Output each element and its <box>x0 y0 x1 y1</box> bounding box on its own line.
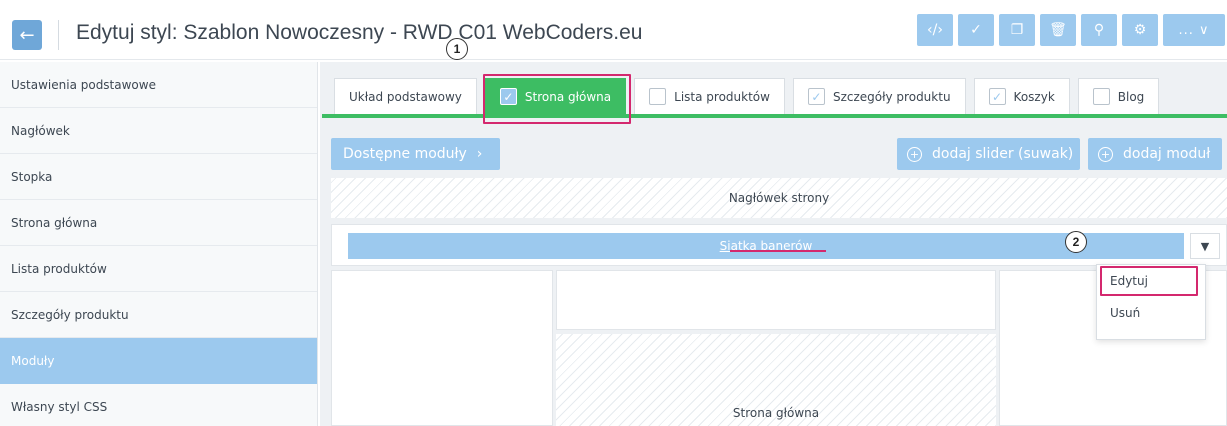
search-button[interactable]: ⚲ <box>1081 14 1117 46</box>
chevron-down-icon: ▼ <box>1200 239 1210 253</box>
sidebar: Ustawienia podstawowe Nagłówek Stopka St… <box>0 62 318 426</box>
sidebar-item-footer[interactable]: Stopka <box>0 154 317 200</box>
block-label: Nagłówek strony <box>728 191 830 205</box>
main-content: Układ podstawowy ✓ Strona główna Lista p… <box>320 62 1227 426</box>
page-header-block[interactable]: Nagłówek strony <box>331 178 1227 218</box>
tab-product-details[interactable]: ✓ Szczegóły produktu <box>792 78 966 114</box>
checkbox-empty-icon[interactable] <box>1092 88 1110 105</box>
back-button[interactable]: ← <box>12 20 42 50</box>
check-circle-icon: ✓ <box>970 22 982 38</box>
annotation-marker-2: 2 <box>1065 231 1087 253</box>
header-divider <box>58 20 59 50</box>
layout-column-center-top <box>556 270 996 330</box>
checkbox-checked-icon[interactable]: ✓ <box>988 88 1006 105</box>
banner-grid-highlight-underline <box>730 250 826 252</box>
add-module-button[interactable]: + dodaj moduł <box>1088 138 1222 170</box>
edit-highlight-annotation <box>1100 266 1198 296</box>
tab-underline <box>322 114 1227 118</box>
page-title: Edytuj styl: Szablon Nowoczesny - RWD C0… <box>76 21 643 44</box>
button-label: dodaj slider (suwak) <box>932 146 1074 162</box>
button-label: dodaj moduł <box>1123 146 1211 162</box>
code-button[interactable]: ‹/› <box>917 14 953 46</box>
tab-blog[interactable]: Blog <box>1077 78 1160 114</box>
more-button[interactable]: ... ∨ <box>1163 14 1225 46</box>
plus-circle-icon: + <box>907 146 922 162</box>
tab-product-list[interactable]: Lista produktów <box>634 78 785 114</box>
dropdown-item-delete[interactable]: Usuń <box>1097 297 1205 329</box>
button-label: Dostępne moduły <box>343 146 467 162</box>
toolbar: ‹/› ✓ ❐ 🗑 ⚲ ⚙ ... ∨ <box>917 14 1225 46</box>
tab-highlight-annotation <box>483 74 631 124</box>
available-modules-button[interactable]: Dostępne moduły › <box>331 138 500 170</box>
checkbox-checked-icon[interactable]: ✓ <box>807 88 825 105</box>
sidebar-item-header[interactable]: Nagłówek <box>0 108 317 154</box>
check-button[interactable]: ✓ <box>958 14 994 46</box>
sidebar-item-product-list[interactable]: Lista produktów <box>0 246 317 292</box>
banner-grid-bar[interactable]: Siatka banerów <box>348 233 1184 259</box>
code-icon: ‹/› <box>927 22 943 38</box>
sidebar-item-product-details[interactable]: Szczegóły produktu <box>0 292 317 338</box>
banner-grid-menu-toggle[interactable]: ▼ <box>1190 233 1220 259</box>
tab-label: Blog <box>1117 89 1145 104</box>
search-icon: ⚲ <box>1093 22 1105 38</box>
tab-label: Lista produktów <box>674 89 770 104</box>
sidebar-item-modules[interactable]: Moduły <box>0 338 317 384</box>
chevron-right-icon: › <box>476 146 483 162</box>
add-slider-button[interactable]: + dodaj slider (suwak) <box>897 138 1080 170</box>
gear-icon: ⚙ <box>1133 22 1147 38</box>
banner-grid-panel: Siatka banerów ▼ <box>331 224 1227 266</box>
sidebar-item-custom-css[interactable]: Własny styl CSS <box>0 384 317 426</box>
arrow-left-icon: ← <box>19 24 35 46</box>
settings-button[interactable]: ⚙ <box>1122 14 1158 46</box>
tab-label: Układ podstawowy <box>349 89 462 104</box>
checkbox-empty-icon[interactable] <box>649 88 667 105</box>
sidebar-item-basic-settings[interactable]: Ustawienia podstawowe <box>0 62 317 108</box>
more-label: ... ∨ <box>1178 22 1210 38</box>
main-page-block[interactable]: Strona główna <box>556 334 996 426</box>
block-label: Strona główna <box>732 406 820 420</box>
tab-label: Koszyk <box>1013 89 1055 104</box>
tab-basic-layout[interactable]: Układ podstawowy <box>334 78 477 114</box>
copy-button[interactable]: ❐ <box>999 14 1035 46</box>
sidebar-item-home-page[interactable]: Strona główna <box>0 200 317 246</box>
page-tabs: Układ podstawowy ✓ Strona główna Lista p… <box>334 78 1160 114</box>
plus-circle-icon: + <box>1098 146 1113 162</box>
trash-icon: 🗑 <box>1049 22 1067 38</box>
tab-label: Szczegóły produktu <box>832 89 951 104</box>
tab-cart[interactable]: ✓ Koszyk <box>973 78 1070 114</box>
copy-icon: ❐ <box>1010 22 1024 38</box>
delete-button[interactable]: 🗑 <box>1040 14 1076 46</box>
layout-column-left <box>331 270 553 426</box>
page-header: ← Edytuj styl: Szablon Nowoczesny - RWD … <box>0 0 1227 60</box>
annotation-marker-1: 1 <box>446 38 468 60</box>
